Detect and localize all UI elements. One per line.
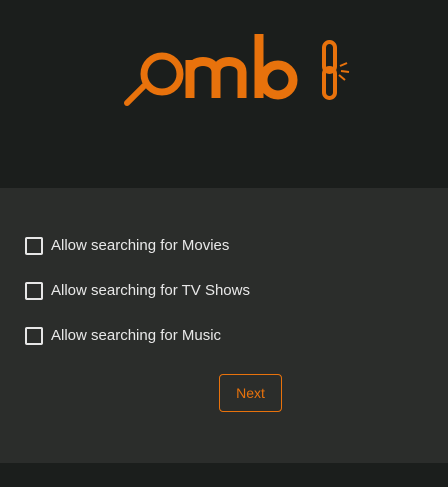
footer bbox=[0, 463, 448, 487]
option-tv-shows[interactable]: Allow searching for TV Shows bbox=[25, 281, 250, 301]
option-music-label: Allow searching for Music bbox=[51, 327, 222, 344]
music-checkbox[interactable] bbox=[25, 327, 43, 345]
magnifier-icon bbox=[124, 52, 184, 106]
setup-page: Allow searching for Movies Allow searchi… bbox=[0, 0, 448, 487]
tv-shows-checkbox[interactable] bbox=[25, 282, 43, 300]
next-button[interactable]: Next bbox=[219, 374, 282, 412]
movies-checkbox[interactable] bbox=[25, 237, 43, 255]
option-movies-label: Allow searching for Movies bbox=[51, 237, 230, 254]
header bbox=[0, 0, 448, 188]
option-movies[interactable]: Allow searching for Movies bbox=[25, 236, 229, 256]
option-music[interactable]: Allow searching for Music bbox=[25, 326, 221, 346]
chain-link-icon bbox=[322, 40, 350, 100]
option-tv-shows-label: Allow searching for TV Shows bbox=[51, 282, 250, 299]
omb-logo bbox=[124, 34, 350, 106]
